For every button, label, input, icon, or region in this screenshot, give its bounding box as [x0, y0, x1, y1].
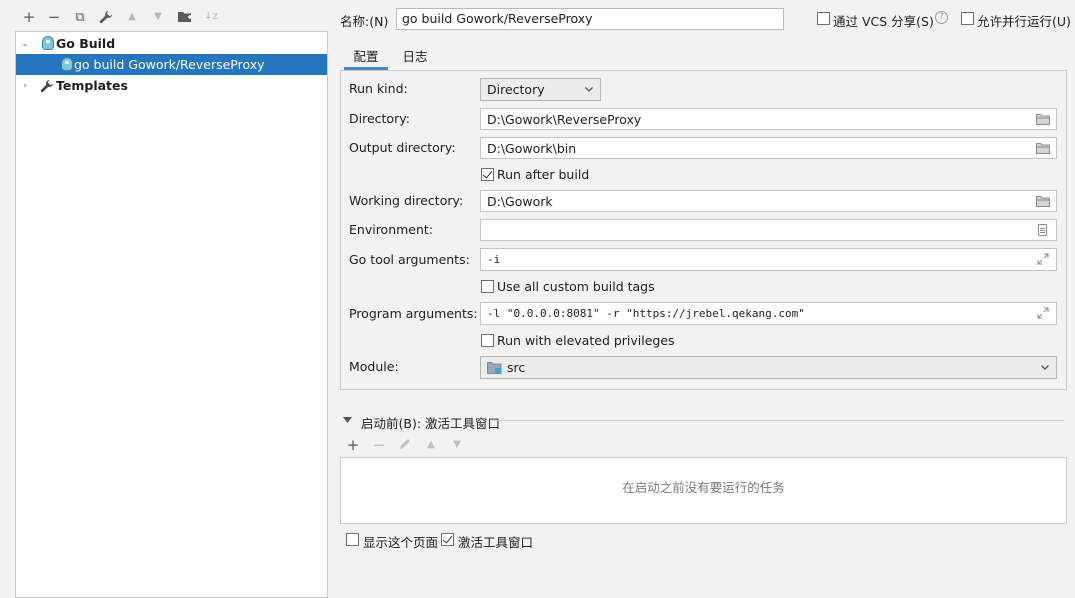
sort-icon[interactable]: ↓z	[202, 8, 220, 26]
go-tool-arguments-value: -i	[487, 253, 501, 266]
add-config-icon[interactable]: +	[20, 8, 38, 26]
config-tree: ⌄ Go Build go build Gowork/ReverseProxy …	[15, 31, 328, 598]
section-divider	[492, 420, 1064, 421]
tab-config[interactable]: 配置	[344, 40, 388, 70]
add-task-icon[interactable]: +	[345, 437, 361, 453]
move-up-icon[interactable]: ▲	[123, 8, 141, 26]
output-directory-field[interactable]: D:\Gowork\bin	[480, 137, 1057, 159]
module-folder-icon	[487, 362, 502, 374]
tree-item-label: go build Gowork/ReverseProxy	[74, 57, 265, 72]
chevron-down-icon	[1041, 365, 1049, 370]
activate-tool-window-label: 激活工具窗口	[458, 535, 534, 550]
gopher-icon	[42, 36, 54, 50]
wrench-icon[interactable]	[97, 8, 115, 26]
folder-icon[interactable]	[1036, 196, 1050, 207]
environment-label: Environment:	[349, 222, 434, 237]
vcs-share-label: 通过 VCS 分享(S)	[833, 14, 934, 29]
new-folder-icon[interactable]	[176, 8, 194, 26]
vcs-share-checkbox[interactable]	[817, 12, 830, 25]
allow-parallel-checkbox[interactable]	[961, 12, 974, 25]
go-tool-arguments-field[interactable]: -i	[480, 248, 1057, 271]
name-input[interactable]: go build Gowork/ReverseProxy	[396, 8, 784, 30]
chevron-right-icon[interactable]: ›	[20, 81, 30, 91]
program-arguments-label: Program arguments:	[349, 306, 478, 321]
move-task-down-icon[interactable]: ▼	[449, 437, 465, 453]
directory-label: Directory:	[349, 111, 410, 126]
gopher-icon	[61, 57, 73, 71]
working-directory-field[interactable]: D:\Gowork	[480, 190, 1057, 212]
chevron-down-icon	[585, 87, 593, 92]
collapse-triangle-icon[interactable]	[343, 417, 352, 424]
copy-config-icon[interactable]: ⧉	[71, 8, 89, 26]
run-after-build-checkbox[interactable]	[481, 168, 494, 181]
empty-task-message: 在启动之前没有要运行的任务	[622, 480, 785, 495]
tree-group-label: Go Build	[56, 36, 116, 51]
allow-parallel-label: 允许并行运行(U)	[977, 14, 1071, 29]
edit-task-icon[interactable]	[397, 437, 413, 453]
folder-icon[interactable]	[1036, 143, 1050, 154]
tree-group-go-build[interactable]: ⌄ Go Build	[16, 33, 327, 54]
tab-logs[interactable]: 日志	[393, 40, 437, 70]
remove-task-icon[interactable]: −	[371, 437, 387, 453]
before-launch-title: 启动前(B): 激活工具窗口	[361, 416, 501, 431]
working-directory-value: D:\Gowork	[487, 194, 553, 209]
output-directory-value: D:\Gowork\bin	[487, 141, 577, 156]
left-toolbar: + − ⧉ ▲ ▼ ↓z	[0, 0, 330, 32]
module-label: Module:	[349, 359, 399, 374]
environment-field[interactable]	[480, 219, 1057, 241]
tree-group-templates[interactable]: › Templates	[16, 75, 327, 96]
module-value: src	[507, 360, 526, 375]
show-page-checkbox[interactable]	[346, 533, 359, 546]
custom-build-tags-label: Use all custom build tags	[497, 279, 655, 294]
chevron-down-icon[interactable]: ⌄	[20, 39, 30, 49]
tree-item-reverse-proxy[interactable]: go build Gowork/ReverseProxy	[16, 54, 327, 75]
program-arguments-field[interactable]: -l "0.0.0.0:8081" -r "https://jrebel.qek…	[480, 302, 1057, 325]
module-select[interactable]: src	[480, 356, 1057, 379]
tree-templates-label: Templates	[56, 78, 128, 93]
before-launch-task-list: 在启动之前没有要运行的任务	[340, 457, 1067, 524]
output-directory-label: Output directory:	[349, 140, 456, 155]
show-page-label: 显示这个页面	[363, 535, 439, 550]
move-task-up-icon[interactable]: ▲	[423, 437, 439, 453]
help-icon[interactable]: ?	[935, 11, 948, 24]
custom-build-tags-checkbox[interactable]	[481, 280, 494, 293]
move-down-icon[interactable]: ▼	[149, 8, 167, 26]
folder-icon[interactable]	[1036, 114, 1050, 125]
elevated-privileges-label: Run with elevated privileges	[497, 333, 675, 348]
go-tool-arguments-label: Go tool arguments:	[349, 252, 470, 267]
edit-env-icon[interactable]	[1038, 224, 1047, 236]
run-kind-select[interactable]: Directory	[480, 78, 601, 101]
directory-field[interactable]: D:\Gowork\ReverseProxy	[480, 108, 1057, 130]
remove-config-icon[interactable]: −	[45, 8, 63, 26]
activate-tool-window-checkbox[interactable]	[441, 533, 454, 546]
directory-value: D:\Gowork\ReverseProxy	[487, 112, 642, 127]
expand-icon[interactable]	[1037, 307, 1049, 319]
working-directory-label: Working directory:	[349, 193, 464, 208]
run-kind-value: Directory	[487, 82, 545, 97]
wrench-icon	[40, 79, 54, 96]
run-after-build-label: Run after build	[497, 167, 590, 182]
elevated-privileges-checkbox[interactable]	[481, 334, 494, 347]
program-arguments-value: -l "0.0.0.0:8081" -r "https://jrebel.qek…	[487, 307, 805, 320]
run-kind-label: Run kind:	[349, 81, 408, 96]
name-label: 名称:(N)	[340, 14, 389, 29]
expand-icon[interactable]	[1037, 253, 1049, 265]
